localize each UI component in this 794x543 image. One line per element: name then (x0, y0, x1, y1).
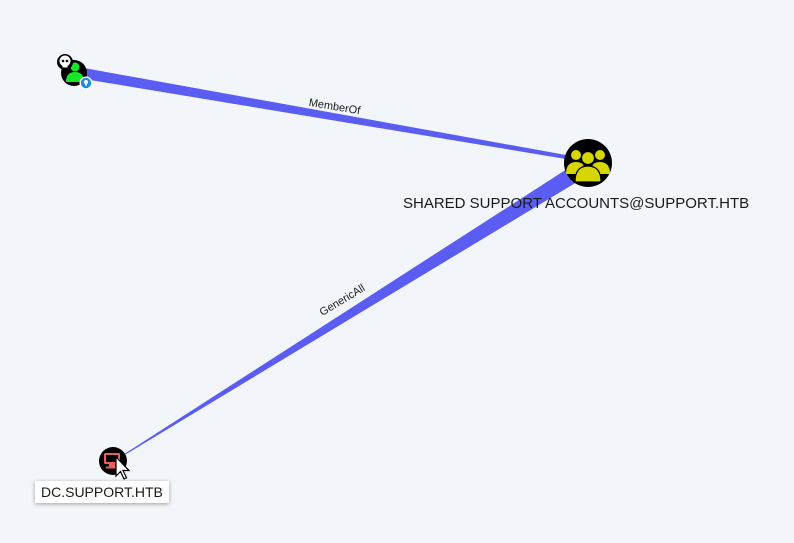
computer-node-label: DC.SUPPORT.HTB (35, 481, 169, 503)
edge-memberof[interactable] (84, 68, 566, 159)
edge-genericall[interactable] (118, 169, 577, 459)
group-node-label: SHARED SUPPORT ACCOUNTS@SUPPORT.HTB (403, 195, 750, 212)
graph-canvas[interactable]: MemberOf GenericAll (0, 0, 794, 543)
group-node[interactable] (564, 139, 612, 187)
edge-label-genericall: GenericAll (318, 282, 368, 318)
high-value-marker-icon (79, 76, 93, 90)
skull-icon (57, 54, 73, 70)
